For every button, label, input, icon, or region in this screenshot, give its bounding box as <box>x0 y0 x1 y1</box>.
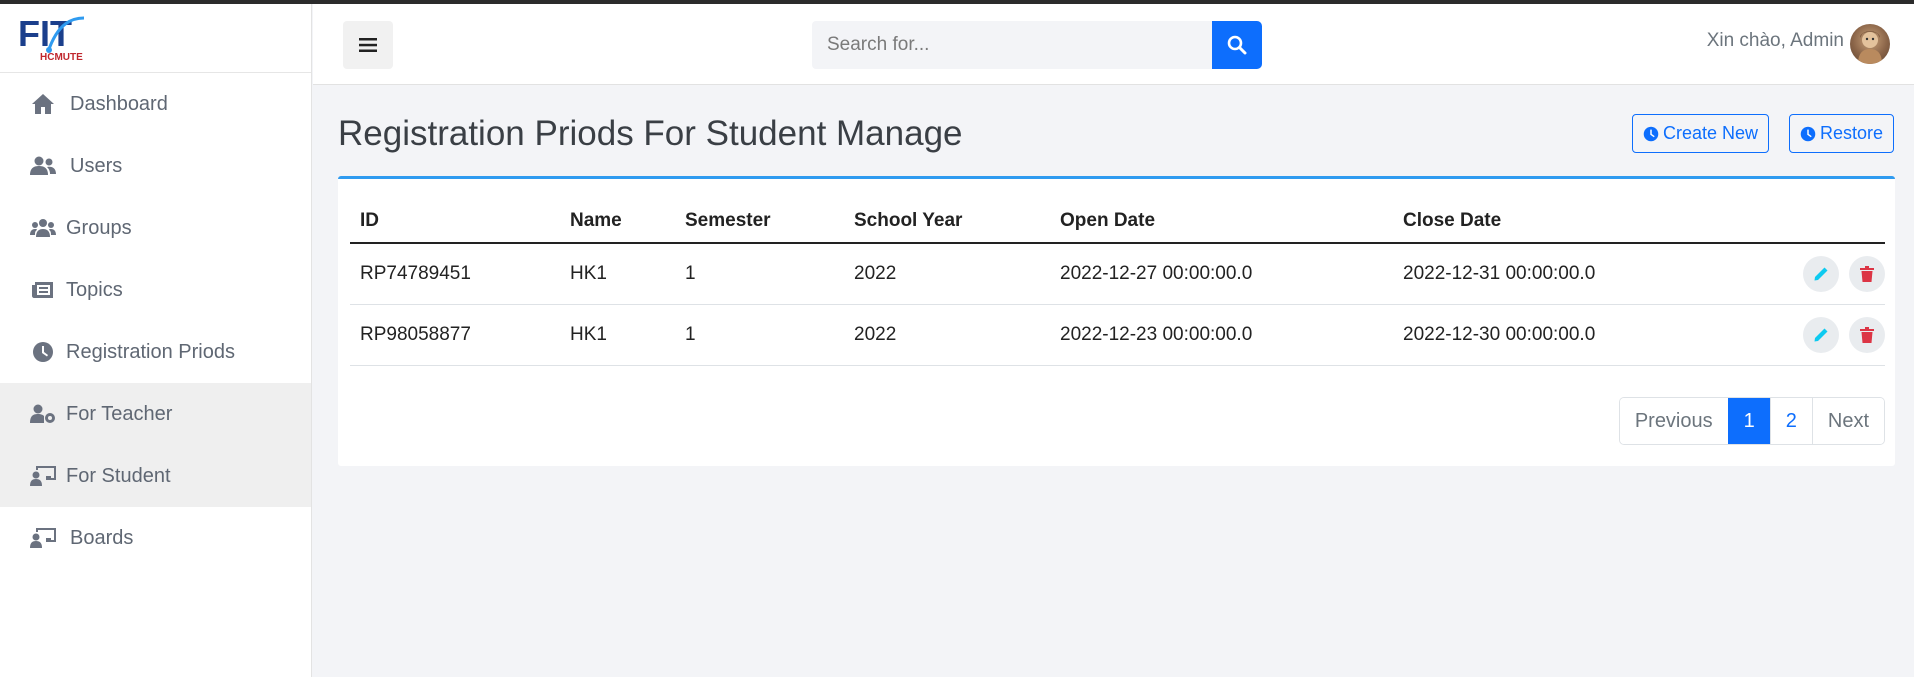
edit-button[interactable] <box>1802 255 1839 292</box>
trash-icon <box>1860 265 1874 282</box>
sidebar-item-for-teacher[interactable]: For Teacher <box>0 383 311 445</box>
users-icon <box>30 153 56 179</box>
sidebar-item-users[interactable]: Users <box>0 135 311 197</box>
sidebar-item-groups[interactable]: Groups <box>0 197 311 259</box>
pencil-icon <box>1814 328 1828 341</box>
column-header-open-date: Open Date <box>1050 199 1393 244</box>
sidebar-item-boards[interactable]: Boards <box>0 507 311 569</box>
topics-icon <box>30 277 56 303</box>
hamburger-icon <box>359 38 377 52</box>
table-header-row: ID Name Semester School Year Open Date C… <box>350 199 1885 244</box>
sidebar-item-label: Dashboard <box>70 92 168 115</box>
cell-id: RP74789451 <box>350 243 560 305</box>
table-row: RP74789451 HK1 1 2022 2022-12-27 00:00:0… <box>350 243 1885 305</box>
column-header-school-year: School Year <box>844 199 1050 244</box>
svg-text:HCMUTE: HCMUTE <box>40 52 83 62</box>
search-button[interactable] <box>1212 21 1262 69</box>
cell-actions <box>1733 243 1885 305</box>
column-header-semester: Semester <box>675 199 844 244</box>
cell-close-date: 2022-12-31 00:00:00.0 <box>1393 243 1733 305</box>
cell-name: HK1 <box>560 243 675 305</box>
sidebar-item-label: Groups <box>66 216 132 239</box>
cell-id: RP98058877 <box>350 304 560 366</box>
avatar[interactable] <box>1850 24 1890 64</box>
pagination-page-1[interactable]: 1 <box>1727 398 1770 444</box>
pagination: Previous 1 2 Next <box>1618 397 1885 445</box>
registration-table: ID Name Semester School Year Open Date C… <box>350 199 1885 366</box>
chalkboard-user-icon <box>30 463 56 489</box>
pencil-icon <box>1814 267 1828 281</box>
pagination-page-2[interactable]: 2 <box>1769 398 1812 444</box>
logo[interactable]: FIT HCMUTE <box>0 4 311 73</box>
sidebar-item-label: For Student <box>66 464 171 487</box>
search-bar <box>812 21 1262 69</box>
delete-button[interactable] <box>1849 255 1885 292</box>
clock-icon <box>1800 126 1816 141</box>
sidebar-item-dashboard[interactable]: Dashboard <box>0 73 311 135</box>
trash-icon <box>1860 326 1874 343</box>
cell-actions <box>1733 304 1885 366</box>
cell-semester: 1 <box>675 304 844 366</box>
svg-text:FIT: FIT <box>18 13 72 54</box>
sidebar-toggle-button[interactable] <box>343 21 393 69</box>
sidebar-item-label: Boards <box>70 526 134 549</box>
restore-label: Restore <box>1820 123 1884 143</box>
top-header: Xin chào, Admin <box>313 4 1914 85</box>
sidebar-item-topics[interactable]: Topics <box>0 259 311 321</box>
sidebar-item-label: Users <box>70 154 123 177</box>
sidebar-item-label: For Teacher <box>66 402 173 425</box>
sidebar-item-for-student[interactable]: For Student <box>0 445 311 507</box>
cell-semester: 1 <box>675 243 844 305</box>
cell-open-date: 2022-12-23 00:00:00.0 <box>1050 304 1393 366</box>
cell-open-date: 2022-12-27 00:00:00.0 <box>1050 243 1393 305</box>
cell-name: HK1 <box>560 304 675 366</box>
cell-school-year: 2022 <box>844 243 1050 305</box>
column-header-actions <box>1733 199 1885 244</box>
fit-logo-icon: FIT HCMUTE <box>18 13 85 62</box>
column-header-id: ID <box>350 199 560 244</box>
column-header-name: Name <box>560 199 675 244</box>
sidebar-item-label: Registration Priods <box>66 340 235 363</box>
clock-icon <box>30 339 56 365</box>
restore-button[interactable]: Restore <box>1789 114 1895 153</box>
cell-school-year: 2022 <box>844 304 1050 366</box>
delete-button[interactable] <box>1849 316 1885 353</box>
search-icon <box>1227 35 1247 55</box>
user-photo-icon <box>1858 31 1882 64</box>
pagination-previous[interactable]: Previous <box>1619 398 1728 444</box>
page-title: Registration Priods For Student Manage <box>338 114 963 153</box>
registration-table-card: ID Name Semester School Year Open Date C… <box>338 176 1895 466</box>
sidebar-item-label: Topics <box>66 278 123 301</box>
sidebar: FIT HCMUTE Dashboard Users Groups Topics <box>0 4 312 677</box>
table-row: RP98058877 HK1 1 2022 2022-12-23 00:00:0… <box>350 304 1885 366</box>
sidebar-item-registration-priods[interactable]: Registration Priods <box>0 321 311 383</box>
column-header-close-date: Close Date <box>1393 199 1733 244</box>
create-new-label: Create New <box>1663 123 1759 143</box>
chalkboard-user-icon <box>30 525 56 551</box>
user-gear-icon <box>30 401 56 427</box>
user-greeting[interactable]: Xin chào, Admin <box>1707 30 1844 52</box>
home-icon <box>30 91 56 117</box>
groups-icon <box>30 215 56 241</box>
search-input[interactable] <box>812 21 1212 69</box>
cell-close-date: 2022-12-30 00:00:00.0 <box>1393 304 1733 366</box>
create-new-button[interactable]: Create New <box>1632 114 1770 153</box>
edit-button[interactable] <box>1802 316 1839 353</box>
clock-icon <box>1643 126 1659 141</box>
pagination-next[interactable]: Next <box>1811 398 1884 444</box>
